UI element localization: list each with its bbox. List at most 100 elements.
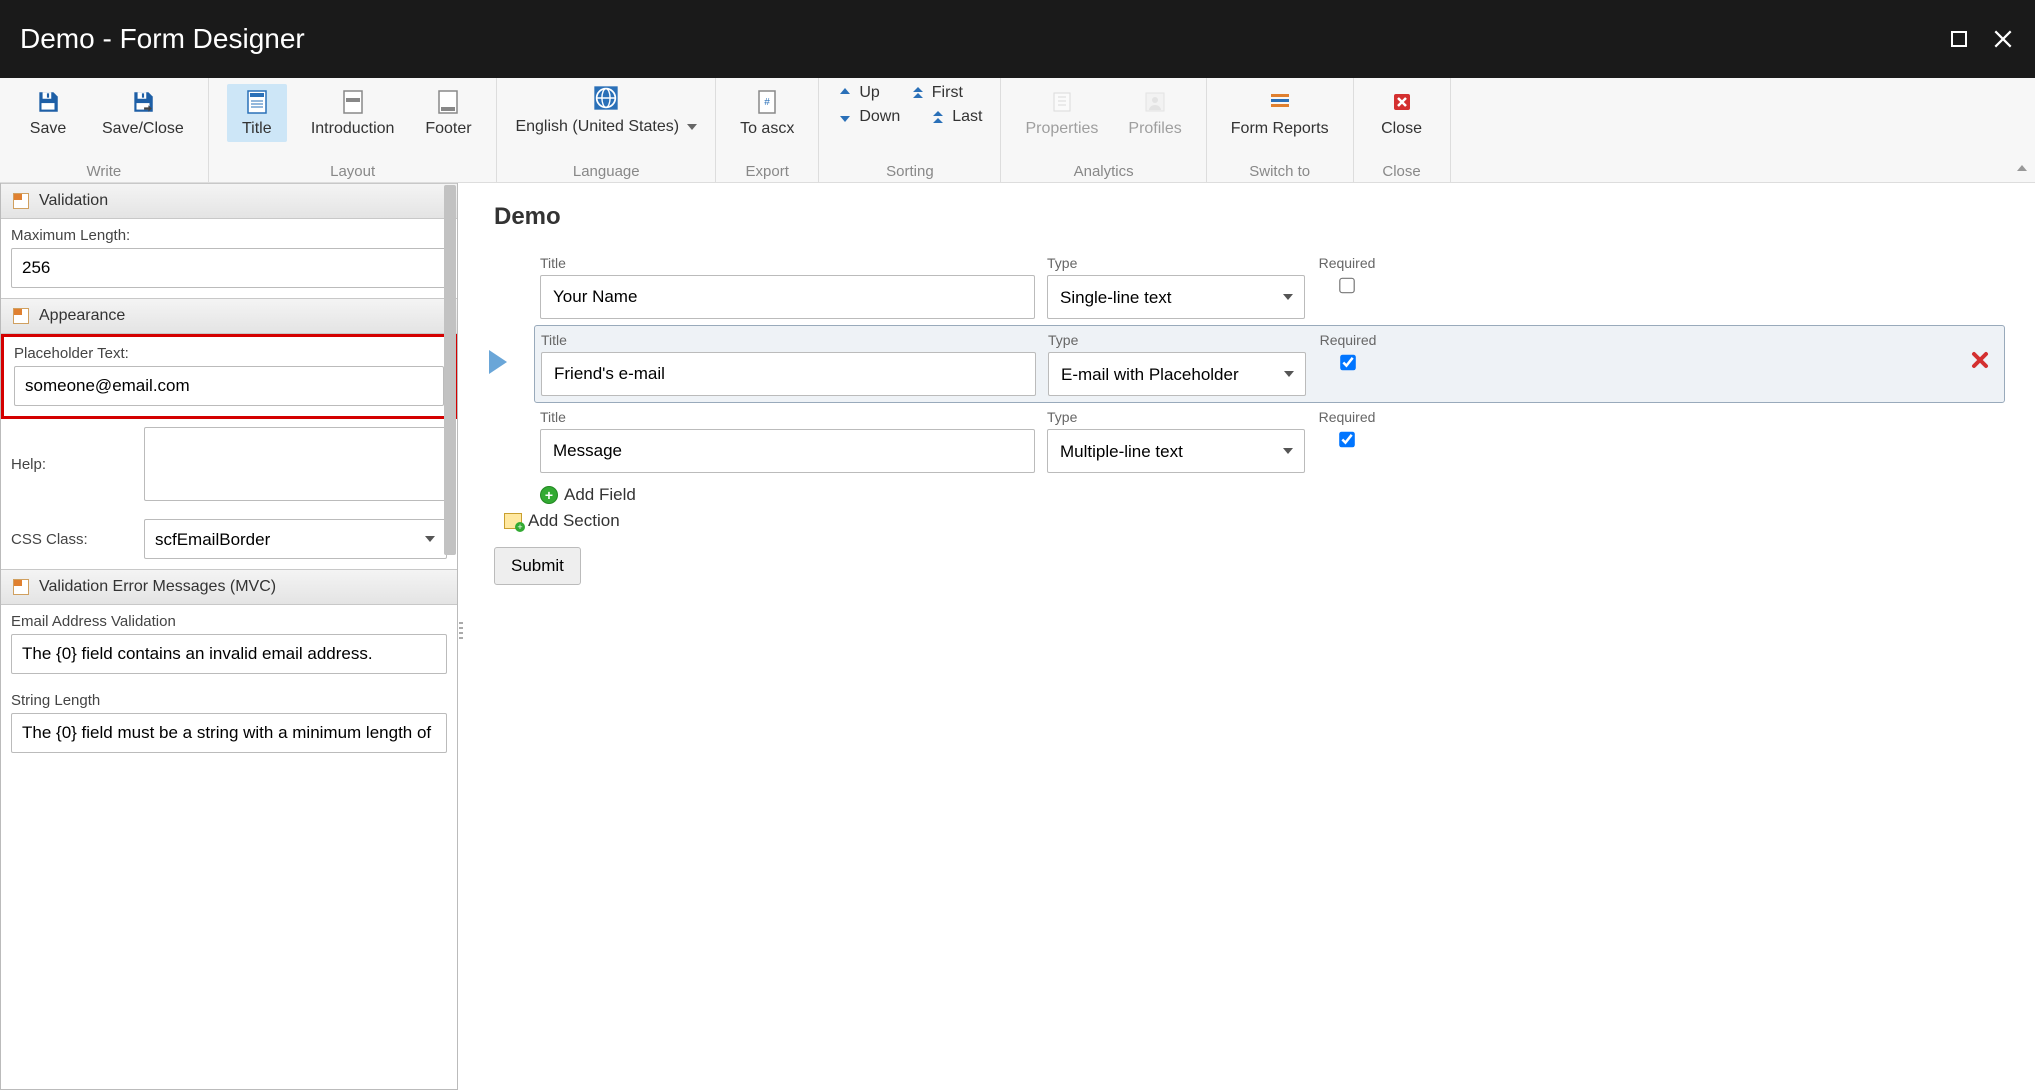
form-fields: Title Type Single-line text Required Tit <box>540 249 2005 505</box>
string-length-input[interactable] <box>11 713 447 753</box>
ribbon-group-label: Sorting <box>886 163 934 180</box>
max-length-input[interactable] <box>11 248 447 288</box>
ribbon-group-label: Switch to <box>1249 163 1310 180</box>
add-icon: + <box>540 486 558 504</box>
ribbon-group-sorting: Up First Down Last Sorting <box>819 78 1000 182</box>
ribbon-expand-button[interactable] <box>2015 161 2029 178</box>
save-button[interactable]: Save <box>18 84 78 142</box>
arrow-up-icon <box>837 85 853 101</box>
row-type-select[interactable]: E-mail with Placeholder <box>1048 352 1306 396</box>
row-required-checkbox[interactable] <box>1312 355 1384 371</box>
ribbon-group-switchto: Form Reports Switch to <box>1207 78 1353 182</box>
ribbon-group-close: Close Close <box>1354 78 1450 182</box>
delete-icon <box>1970 350 1990 370</box>
add-section-icon <box>504 513 522 529</box>
close-window-button[interactable] <box>1991 27 2015 51</box>
save-close-icon <box>129 88 157 116</box>
placeholder-highlight: Placeholder Text: <box>1 334 457 419</box>
globe-icon <box>592 84 620 112</box>
row-title-input[interactable] <box>540 429 1035 473</box>
ribbon: Save Save/Close Write Title <box>0 78 2035 183</box>
introduction-icon <box>339 88 367 116</box>
ribbon-group-language: English (United States) Language <box>497 78 715 182</box>
arrow-down-icon <box>837 109 853 125</box>
arrow-first-icon <box>910 85 926 101</box>
row-title-input[interactable] <box>541 352 1036 396</box>
splitter-grip-icon <box>459 622 463 652</box>
profiles-icon <box>1141 88 1169 116</box>
scrollbar-thumb[interactable] <box>444 185 456 555</box>
save-close-button[interactable]: Save/Close <box>96 84 190 142</box>
prop-css-class: CSS Class: scfEmailBorder <box>1 511 457 569</box>
form-row-selected[interactable]: Title Type E-mail with Placeholder Requi… <box>534 325 2005 403</box>
chevron-up-icon <box>2015 161 2029 175</box>
form-canvas: Demo Title Type Single-line text Require… <box>464 183 2035 1090</box>
workspace: Validation Maximum Length: Appearance Pl… <box>0 183 2035 1090</box>
close-button[interactable]: Close <box>1372 84 1432 142</box>
prop-help: Help: <box>1 419 457 511</box>
export-icon: # <box>753 88 781 116</box>
sort-last-button[interactable]: Last <box>930 108 982 126</box>
add-section-button[interactable]: Add Section <box>504 511 2005 531</box>
prop-email-validation: Email Address Validation <box>1 605 457 684</box>
form-row[interactable]: Title Type Single-line text Required <box>540 249 2005 325</box>
ribbon-group-label: Close <box>1382 163 1420 180</box>
section-icon <box>13 579 29 595</box>
form-row[interactable]: Title Type Multiple-line text Required <box>540 403 2005 479</box>
introduction-button[interactable]: Introduction <box>305 84 401 142</box>
prop-string-length: String Length <box>1 684 457 763</box>
section-icon <box>13 308 29 324</box>
submit-button[interactable]: Submit <box>494 547 581 585</box>
to-ascx-button[interactable]: # To ascx <box>734 84 800 142</box>
help-textarea[interactable] <box>144 427 447 501</box>
row-type-select[interactable]: Multiple-line text <box>1047 429 1305 473</box>
properties-sidebar: Validation Maximum Length: Appearance Pl… <box>0 183 458 1090</box>
ribbon-group-write: Save Save/Close Write <box>0 78 208 182</box>
properties-icon <box>1048 88 1076 116</box>
ribbon-group-layout: Title Introduction Footer Layout <box>209 78 497 182</box>
section-header-errors[interactable]: Validation Error Messages (MVC) <box>1 569 457 605</box>
section-header-appearance[interactable]: Appearance <box>1 298 457 334</box>
ribbon-group-label: Write <box>87 163 122 180</box>
window-controls <box>1947 27 2015 51</box>
form-reports-button[interactable]: Form Reports <box>1225 84 1335 142</box>
title-icon <box>243 88 271 116</box>
footer-icon <box>434 88 462 116</box>
sort-up-button[interactable]: Up <box>837 84 879 102</box>
close-icon <box>1992 28 2014 50</box>
title-button[interactable]: Title <box>227 84 287 142</box>
properties-button: Properties <box>1019 84 1104 142</box>
prop-max-length: Maximum Length: <box>1 219 457 298</box>
chevron-down-icon <box>687 124 697 130</box>
ribbon-group-label: Analytics <box>1074 163 1134 180</box>
footer-button[interactable]: Footer <box>418 84 478 142</box>
ribbon-group-export: # To ascx Export <box>716 78 818 182</box>
titlebar: Demo - Form Designer <box>0 0 2035 78</box>
section-icon <box>13 193 29 209</box>
sort-first-button[interactable]: First <box>910 84 963 102</box>
delete-row-button[interactable] <box>1970 350 1990 373</box>
svg-text:#: # <box>764 97 770 108</box>
ribbon-group-analytics: Properties Profiles Analytics <box>1001 78 1205 182</box>
add-field-button[interactable]: + Add Field <box>540 485 2005 505</box>
close-red-icon <box>1388 88 1416 116</box>
row-type-select[interactable]: Single-line text <box>1047 275 1305 319</box>
profiles-button: Profiles <box>1122 84 1187 142</box>
css-class-select[interactable]: scfEmailBorder <box>144 519 447 559</box>
save-icon <box>34 88 62 116</box>
email-validation-input[interactable] <box>11 634 447 674</box>
row-title-input[interactable] <box>540 275 1035 319</box>
row-pointer-icon <box>487 348 509 379</box>
maximize-button[interactable] <box>1947 27 1971 51</box>
placeholder-text-input[interactable] <box>14 366 444 406</box>
section-header-validation[interactable]: Validation <box>1 183 457 219</box>
reports-icon <box>1266 88 1294 116</box>
language-dropdown[interactable]: English (United States) <box>515 118 697 136</box>
ribbon-group-label: Language <box>573 163 640 180</box>
sort-down-button[interactable]: Down <box>837 108 900 126</box>
window-title: Demo - Form Designer <box>20 23 305 55</box>
row-required-checkbox[interactable] <box>1311 432 1383 448</box>
ribbon-group-label: Layout <box>330 163 375 180</box>
row-required-checkbox[interactable] <box>1311 278 1383 294</box>
ribbon-group-label: Export <box>746 163 789 180</box>
